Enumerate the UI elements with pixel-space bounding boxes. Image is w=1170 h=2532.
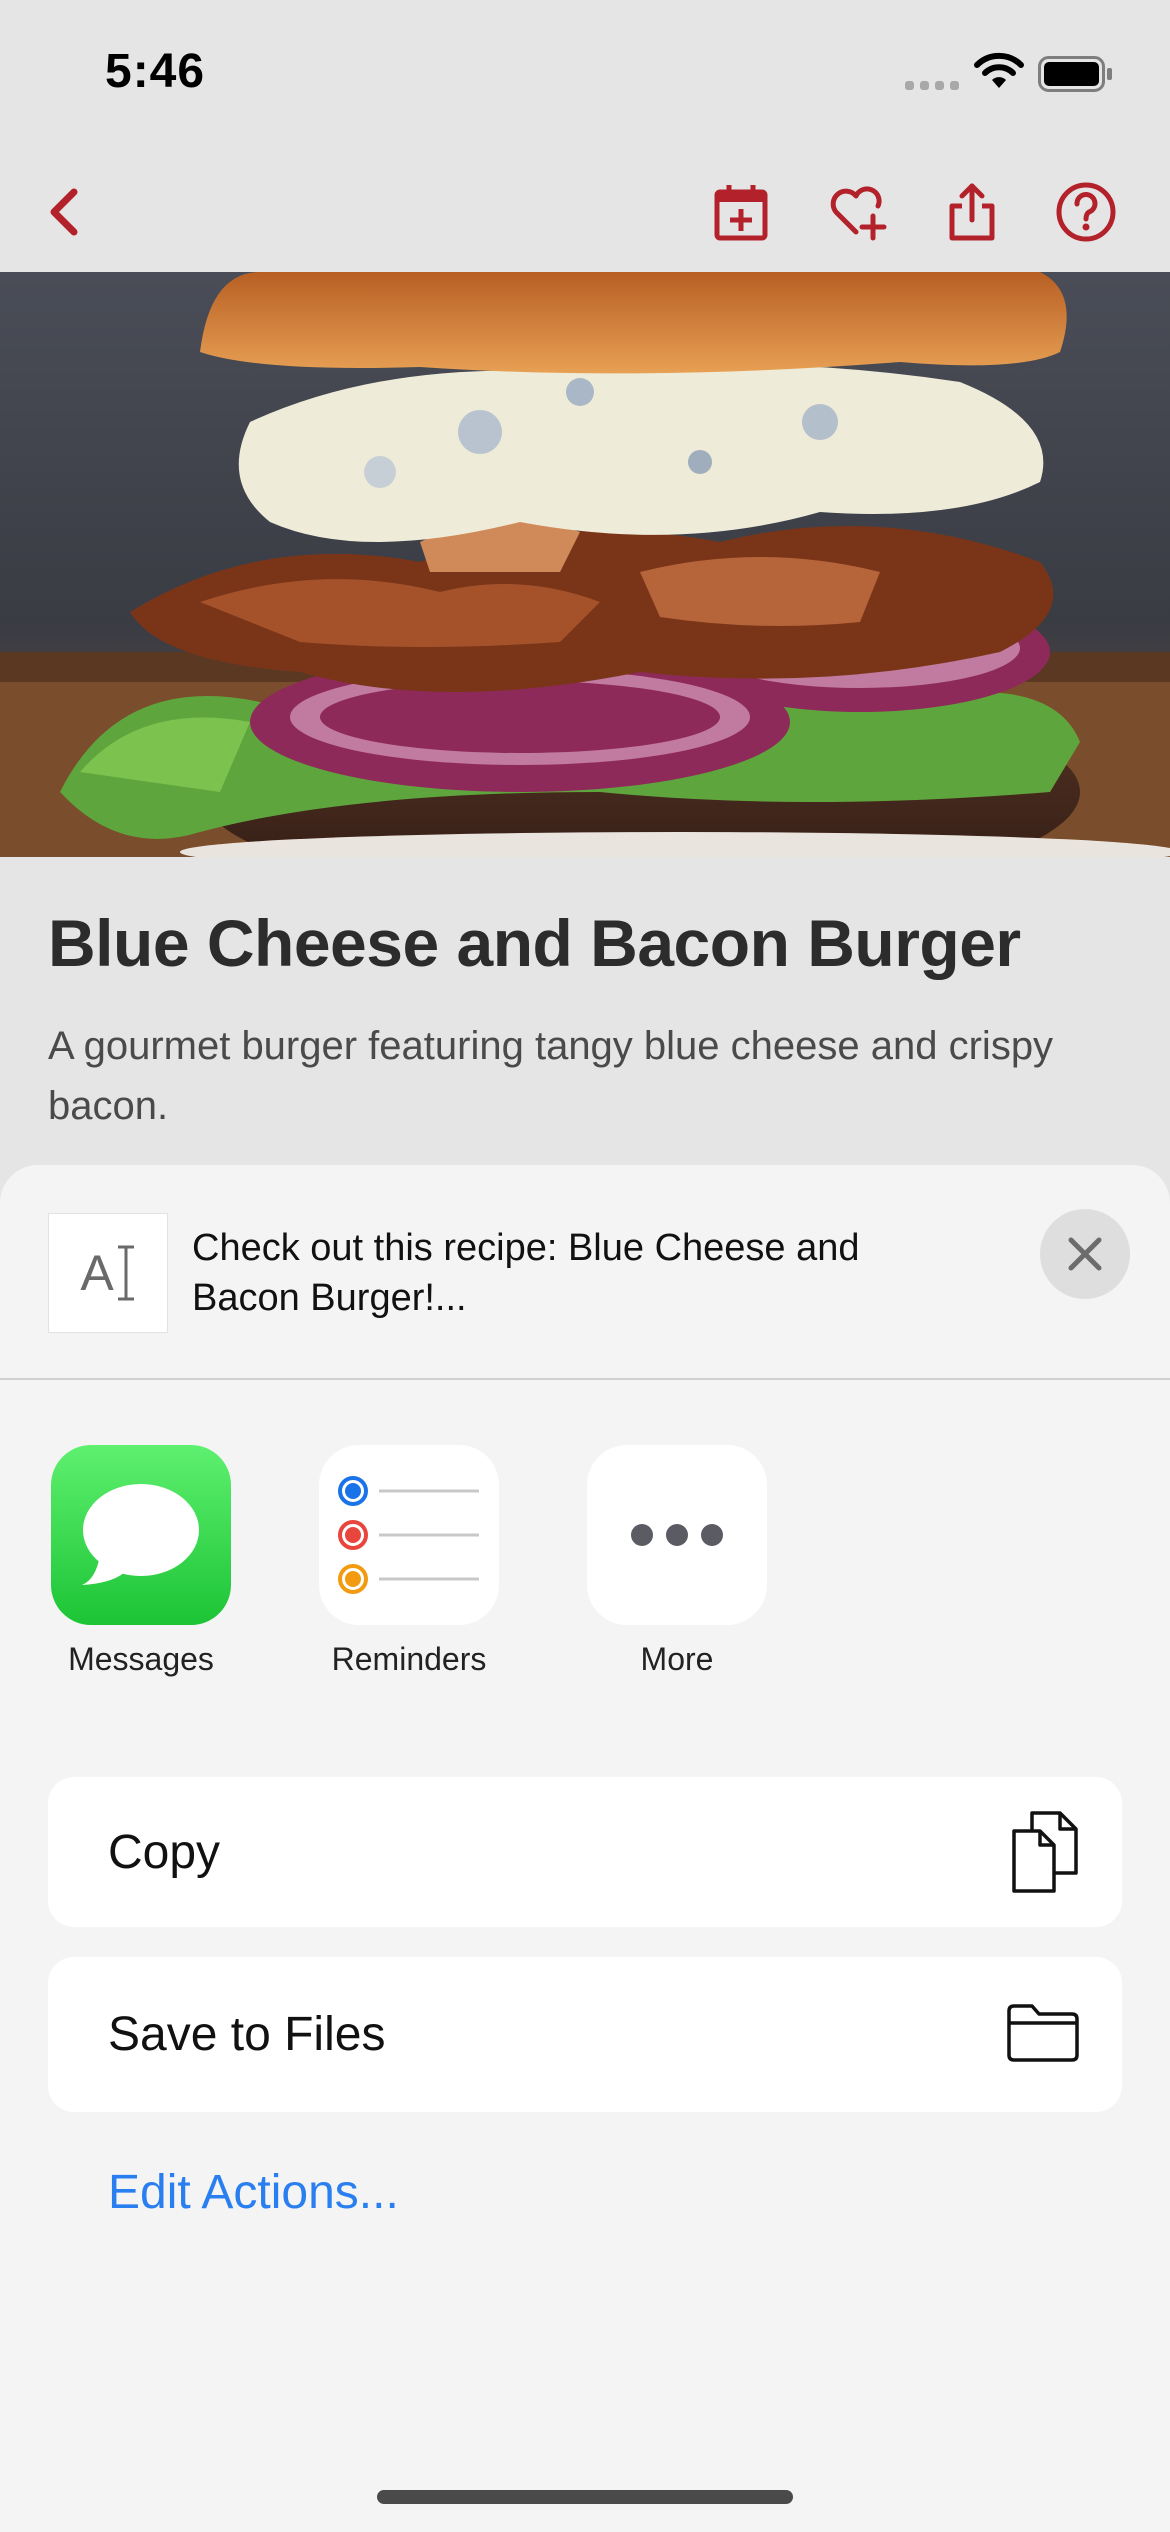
help-icon — [1056, 182, 1116, 242]
share-app-more[interactable]: More — [577, 1445, 777, 1678]
share-sheet-header: A Check out this recipe: Blue Cheese and… — [0, 1165, 1170, 1380]
status-time: 5:46 — [105, 45, 206, 98]
close-icon — [1068, 1237, 1102, 1271]
reminders-icon — [319, 1445, 499, 1625]
home-indicator[interactable] — [377, 2490, 793, 2504]
copy-action-row[interactable]: Copy — [48, 1777, 1122, 1927]
back-button[interactable] — [30, 176, 102, 248]
calendar-add-icon — [714, 185, 768, 241]
recipe-title: Blue Cheese and Bacon Burger — [48, 906, 1021, 980]
copy-icon — [1012, 1811, 1078, 1893]
share-sheet: A Check out this recipe: Blue Cheese and… — [0, 1165, 1170, 2532]
share-app-messages[interactable]: Messages — [41, 1445, 241, 1678]
back-chevron-icon — [50, 188, 78, 236]
messages-icon — [51, 1445, 231, 1625]
favorite-button[interactable] — [822, 176, 894, 248]
save-to-files-action-row[interactable]: Save to Files — [48, 1957, 1122, 2112]
add-to-calendar-button[interactable] — [705, 176, 777, 248]
recipe-description: A gourmet burger featuring tangy blue ch… — [48, 1024, 1054, 1128]
text-preview-thumbnail: A — [48, 1213, 168, 1333]
wifi-icon — [974, 52, 1024, 88]
heart-add-icon — [830, 186, 887, 241]
status-bar: 5:46 — [0, 0, 1170, 150]
share-apps-row: Messages Reminders More — [0, 1445, 1170, 1705]
close-share-sheet-button[interactable] — [1040, 1209, 1130, 1299]
share-app-reminders[interactable]: Reminders — [309, 1445, 509, 1678]
folder-icon — [1007, 2004, 1079, 2062]
edit-actions-link[interactable]: Edit Actions... — [108, 2165, 399, 2220]
share-preview-text: Check out this recipe: Blue Cheese and B… — [192, 1227, 860, 1319]
text-format-icon: A — [80, 1245, 134, 1301]
recipe-hero-image — [0, 272, 1170, 857]
share-button[interactable] — [936, 176, 1008, 248]
share-icon — [949, 183, 995, 241]
copy-action-label: Copy — [108, 1826, 221, 1879]
more-icon — [587, 1445, 767, 1625]
share-app-label: Reminders — [331, 1641, 487, 1677]
battery-icon — [1038, 56, 1112, 92]
share-app-label: More — [640, 1641, 714, 1677]
save-to-files-action-label: Save to Files — [108, 2008, 386, 2061]
screen: 5:46 Blue Cheese and Bacon Burger A gour… — [0, 0, 1170, 2532]
share-app-label: Messages — [68, 1641, 214, 1677]
help-button[interactable] — [1050, 176, 1122, 248]
navigation-bar — [0, 150, 1170, 272]
cellular-signal-icon — [905, 78, 961, 92]
